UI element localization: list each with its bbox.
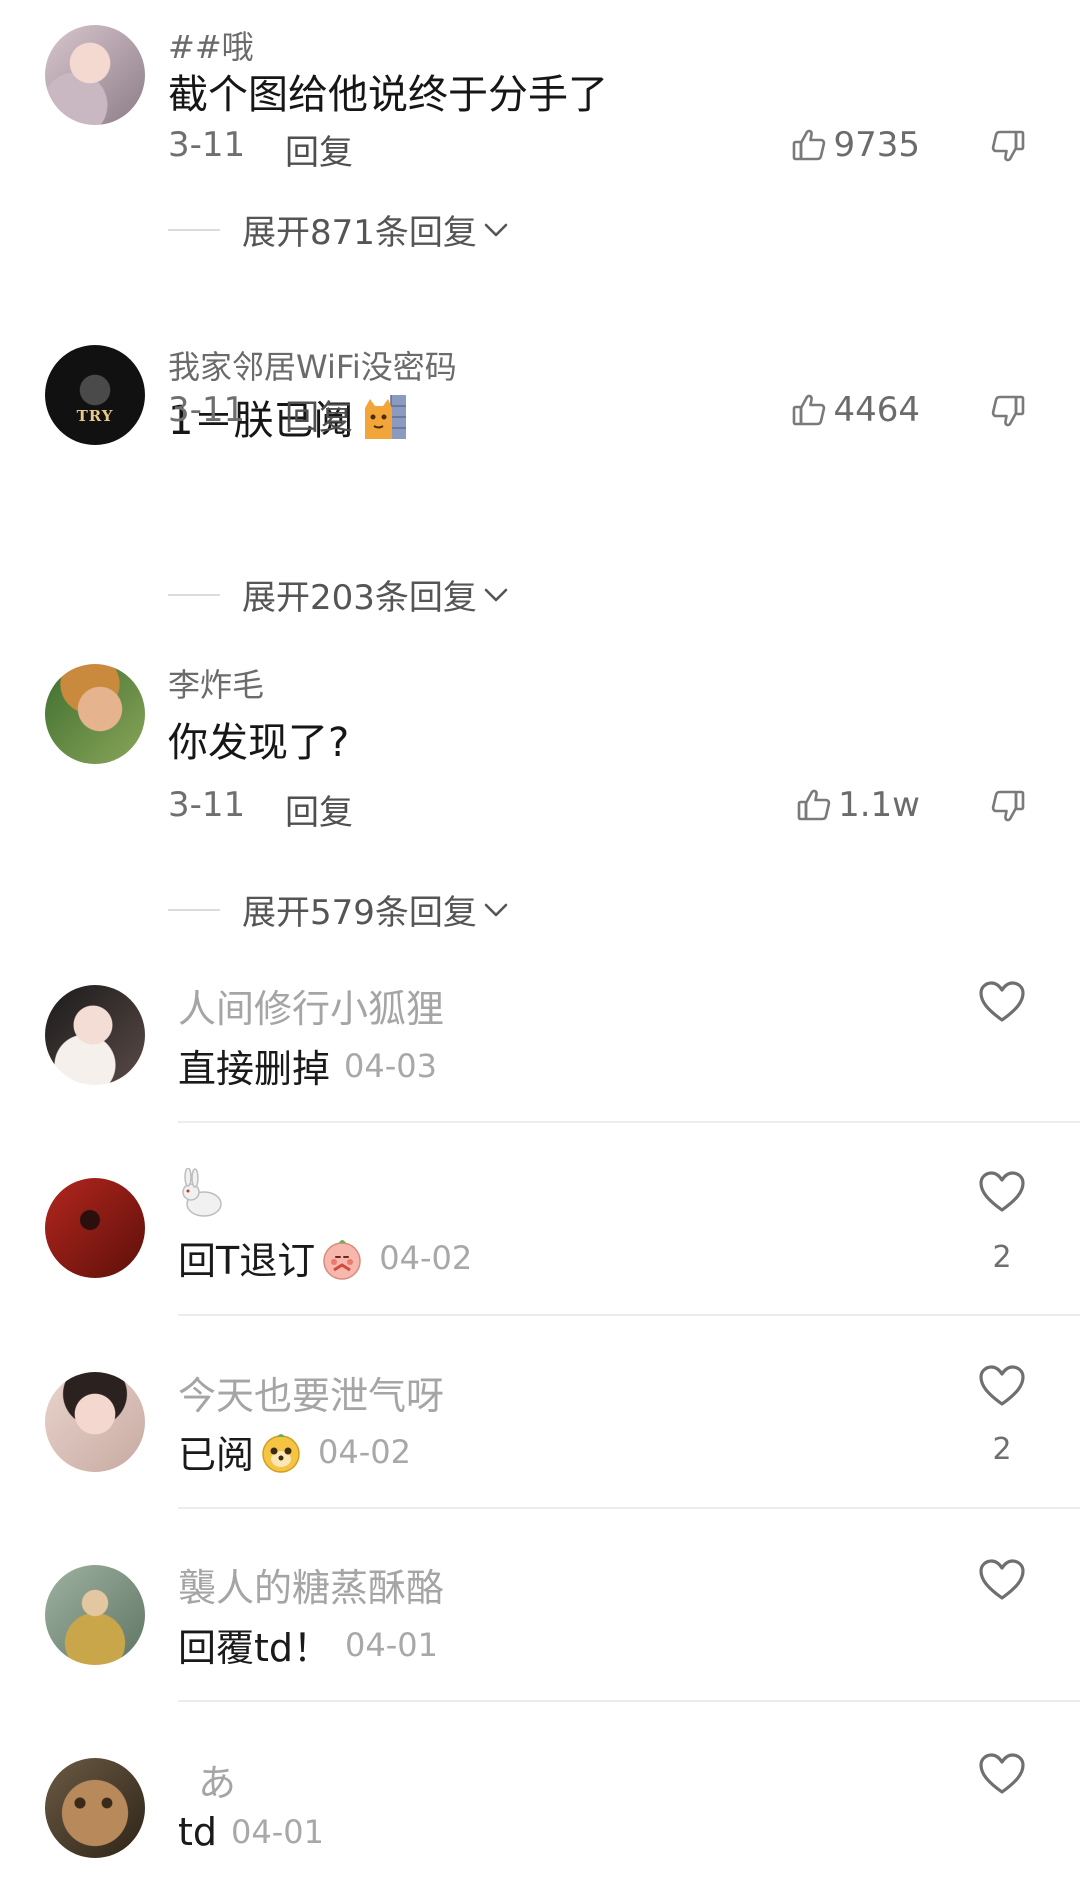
reply-username[interactable]: 襲人的糖蒸酥酪	[178, 1557, 444, 1612]
like-count: 4464	[833, 390, 920, 430]
divider	[178, 1121, 1080, 1123]
like-count: 2	[992, 1432, 1012, 1467]
heart-icon	[979, 1753, 1025, 1794]
heart-icon	[979, 1365, 1025, 1406]
avatar[interactable]: TRY	[45, 345, 145, 445]
avatar-text: TRY	[76, 407, 114, 425]
reply-text-content: 已阅	[178, 1433, 255, 1477]
shy-emoji-icon	[323, 1239, 361, 1280]
reply-text-content: 回T退订	[178, 1239, 316, 1283]
reply-username[interactable]: 今天也要泄气呀	[178, 1365, 444, 1420]
expand-replies-button[interactable]: 展开871条回复	[168, 205, 511, 254]
reply-username[interactable]: あ	[198, 1752, 236, 1807]
dog-emoji-icon	[262, 1433, 300, 1473]
heart-icon	[979, 1559, 1025, 1600]
comment-username[interactable]: 李炸毛	[168, 660, 264, 706]
divider	[178, 1507, 1080, 1509]
comment-date: 3-11	[168, 785, 246, 825]
reply-text: td 04-01	[178, 1810, 324, 1854]
avatar[interactable]	[45, 664, 145, 764]
like-button[interactable]	[978, 1364, 1026, 1412]
reply-date: 04-02	[379, 1238, 473, 1277]
avatar[interactable]	[45, 25, 145, 125]
comment-date: 3-11	[168, 125, 246, 165]
reply-date: 04-01	[345, 1625, 439, 1664]
avatar[interactable]	[45, 985, 145, 1085]
reply-text: 回覆td！ 04-01	[178, 1617, 438, 1672]
reply-username[interactable]	[178, 1167, 226, 1229]
divider	[178, 1700, 1080, 1702]
chevron-down-icon	[484, 223, 508, 236]
divider-line	[168, 593, 220, 596]
expand-replies-button[interactable]: 展开203条回复	[168, 570, 511, 619]
reply-date: 04-01	[231, 1813, 325, 1851]
like-count: 2	[992, 1240, 1012, 1275]
avatar[interactable]	[45, 1565, 145, 1665]
like-button[interactable]	[978, 980, 1026, 1028]
dislike-button[interactable]	[990, 788, 1026, 828]
divider-line	[168, 908, 220, 911]
divider	[178, 1314, 1080, 1316]
reply-text-content: 回覆td！	[178, 1626, 332, 1670]
expand-replies-label: 展开203条回复	[242, 578, 477, 618]
reply-date: 04-02	[318, 1432, 411, 1471]
rabbit-icon	[182, 1167, 222, 1217]
expand-replies-label: 展开579条回复	[242, 893, 477, 933]
like-button[interactable]	[978, 1558, 1026, 1606]
reply-text: 已阅 04-02	[178, 1424, 411, 1479]
dislike-button[interactable]	[990, 393, 1026, 433]
like-button[interactable]: 4464	[791, 390, 920, 430]
comment-date: 3-11	[168, 390, 246, 430]
like-button[interactable]: 9735	[791, 125, 920, 165]
cat-emoji-icon	[365, 395, 407, 439]
thumb-down-icon	[991, 130, 1025, 162]
chevron-down-icon	[484, 903, 508, 916]
reply-date: 04-03	[344, 1046, 437, 1085]
expand-replies-label: 展开871条回复	[242, 213, 477, 253]
thumb-up-icon	[797, 789, 831, 821]
like-count: 9735	[833, 125, 920, 165]
comment-text: 截个图给他说终于分手了	[168, 72, 608, 118]
comment-username[interactable]: 我家邻居WiFi没密码	[168, 342, 457, 388]
like-count: 1.1w	[838, 785, 920, 825]
divider-line	[168, 228, 220, 231]
like-button[interactable]	[978, 1170, 1026, 1218]
comment-text: 你发现了?	[168, 720, 350, 766]
chevron-down-icon	[484, 588, 508, 601]
like-button[interactable]	[978, 1752, 1026, 1800]
thumb-up-icon	[793, 129, 826, 161]
reply-text-content: td	[178, 1810, 218, 1854]
reply-text-content: 直接删掉	[178, 1047, 331, 1091]
reply-button[interactable]: 回复	[285, 390, 353, 439]
reply-button[interactable]: 回复	[285, 785, 353, 834]
reply-button[interactable]: 回复	[285, 125, 353, 174]
reply-text: 直接删掉 04-03	[178, 1038, 437, 1093]
expand-replies-button[interactable]: 展开579条回复	[168, 885, 511, 934]
heart-icon	[979, 981, 1025, 1022]
thumb-down-icon	[991, 395, 1025, 427]
avatar[interactable]	[45, 1372, 145, 1472]
like-button[interactable]: 1.1w	[796, 785, 920, 825]
thumb-up-icon	[793, 394, 826, 426]
reply-username[interactable]: 人间修行小狐狸	[178, 978, 444, 1033]
dislike-button[interactable]	[990, 128, 1026, 168]
avatar[interactable]	[45, 1758, 145, 1858]
avatar[interactable]	[45, 1178, 145, 1278]
heart-icon	[979, 1171, 1025, 1212]
reply-text: 回T退订 04-02	[178, 1230, 472, 1285]
thumb-down-icon	[991, 790, 1025, 822]
